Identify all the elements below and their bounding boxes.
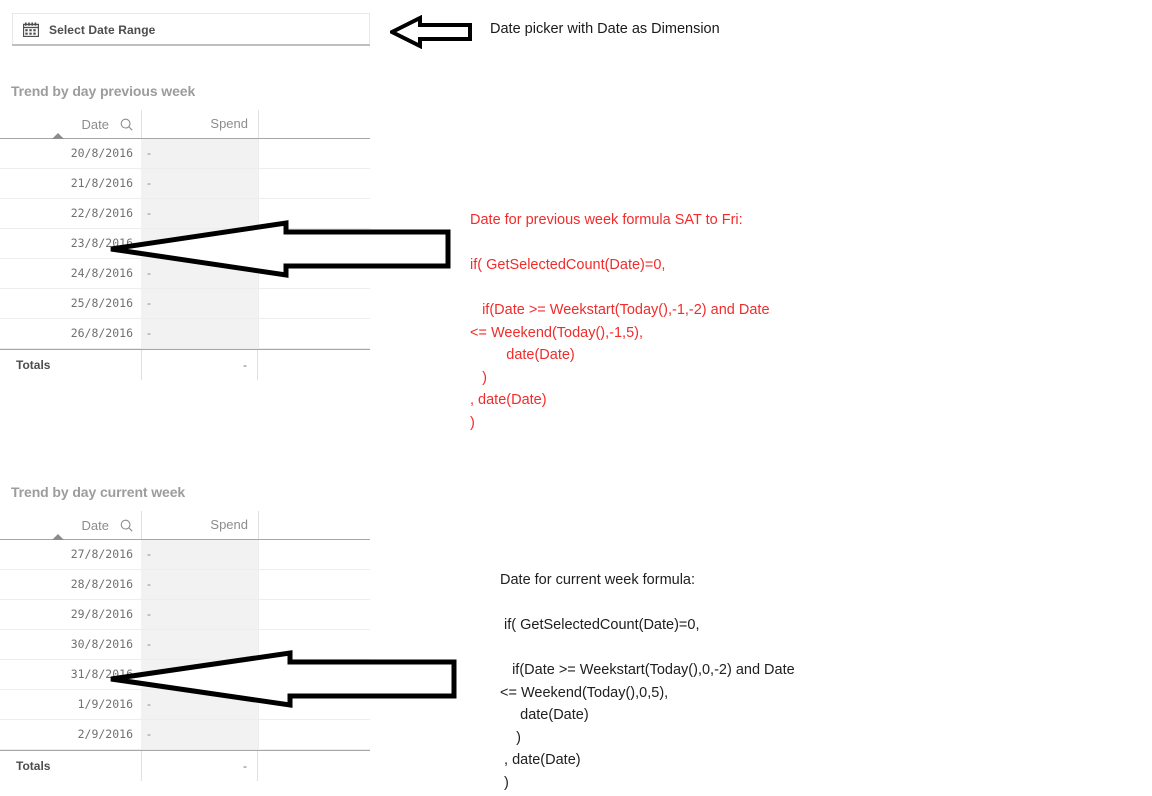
cell-spend: - (141, 319, 258, 348)
column-header-date-label: Date (81, 116, 109, 132)
cell-spend: - (141, 720, 258, 749)
cell-date[interactable]: 29/8/2016 (0, 600, 141, 629)
date-range-picker-underline (12, 44, 370, 46)
column-header-date-label: Date (81, 517, 109, 533)
cell-spend: - (141, 139, 258, 168)
annotation-datepicker-note: Date picker with Date as Dimension (490, 21, 720, 37)
column-header-spend[interactable]: Spend (141, 511, 258, 539)
column-header-date[interactable]: Date (0, 110, 141, 139)
column-header-spend[interactable]: Spend (141, 110, 258, 138)
totals-blank (258, 751, 370, 781)
table-row[interactable]: 25/8/2016 - (0, 289, 370, 319)
cell-date[interactable]: 2/9/2016 (0, 720, 141, 749)
cell-blank (258, 600, 370, 629)
cell-spend: - (141, 600, 258, 629)
cell-spend: - (141, 169, 258, 198)
section-title-previous-week: Trend by day previous week (11, 83, 196, 99)
annotation-previous-week-formula: Date for previous week formula SAT to Fr… (470, 212, 770, 431)
column-header-blank (258, 110, 370, 138)
cell-date[interactable]: 21/8/2016 (0, 169, 141, 198)
cell-blank (258, 540, 370, 569)
cell-blank (258, 139, 370, 168)
cell-spend: - (141, 540, 258, 569)
cell-date[interactable]: 20/8/2016 (0, 139, 141, 168)
cell-date[interactable]: 25/8/2016 (0, 289, 141, 318)
sort-ascending-caret (52, 133, 64, 139)
cell-spend: - (141, 289, 258, 318)
table-row[interactable]: 20/8/2016 - (0, 139, 370, 169)
cell-blank (258, 169, 370, 198)
table-totals-row: Totals - (0, 751, 370, 781)
table-totals-row: Totals - (0, 350, 370, 380)
column-header-date[interactable]: Date (0, 511, 141, 540)
cell-spend: - (141, 570, 258, 599)
column-header-spend-label: Spend (210, 517, 248, 532)
date-range-picker-label: Select Date Range (49, 22, 156, 37)
table-row[interactable]: 26/8/2016 - (0, 319, 370, 349)
magnifier-icon[interactable] (120, 519, 133, 532)
table-header-row: Date Spend (0, 511, 370, 540)
cell-blank (258, 289, 370, 318)
calendar-icon (23, 22, 39, 37)
table-row[interactable]: 27/8/2016 - (0, 540, 370, 570)
table-row[interactable]: 28/8/2016 - (0, 570, 370, 600)
cell-date[interactable]: 27/8/2016 (0, 540, 141, 569)
table-row[interactable]: 2/9/2016 - (0, 720, 370, 750)
section-title-current-week: Trend by day current week (11, 484, 186, 500)
table-current-week: Date Spend 27/8/2016 - 28/8/2016 - 29/8/… (0, 511, 370, 781)
annotation-arrow-datepicker (390, 15, 474, 49)
table-row[interactable]: 29/8/2016 - (0, 600, 370, 630)
date-range-picker[interactable]: Select Date Range (12, 13, 370, 45)
totals-blank (258, 350, 370, 380)
cell-blank (258, 319, 370, 348)
table-row[interactable]: 21/8/2016 - (0, 169, 370, 199)
cell-blank (258, 720, 370, 749)
totals-label: Totals (16, 358, 51, 372)
annotation-current-week-formula: Date for current week formula: if( GetSe… (500, 572, 795, 791)
table-header-row: Date Spend (0, 110, 370, 139)
sort-ascending-caret (52, 534, 64, 540)
totals-spend: - (141, 751, 258, 781)
cell-blank (258, 570, 370, 599)
annotation-arrow-previous-week (108, 218, 452, 280)
totals-spend: - (141, 350, 258, 380)
cell-date[interactable]: 28/8/2016 (0, 570, 141, 599)
column-header-spend-label: Spend (210, 116, 248, 131)
cell-date[interactable]: 26/8/2016 (0, 319, 141, 348)
magnifier-icon[interactable] (120, 118, 133, 131)
totals-label: Totals (16, 759, 51, 773)
column-header-blank (258, 511, 370, 539)
annotation-arrow-current-week (108, 648, 458, 710)
